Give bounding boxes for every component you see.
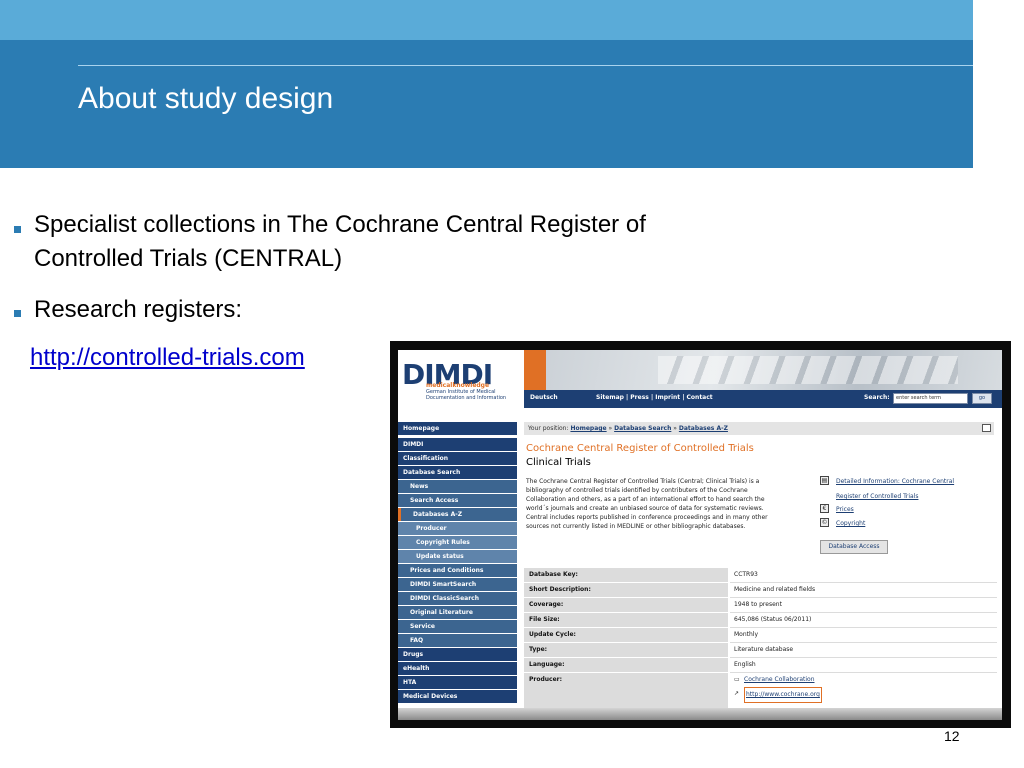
- nav-item-database-search[interactable]: Database Search: [398, 466, 517, 479]
- breadcrumb: Your position: Homepage » Database Searc…: [524, 422, 994, 435]
- bullet-text: Research registers:: [34, 296, 243, 323]
- top-links[interactable]: Sitemap | Press | Imprint | Contact: [596, 394, 713, 401]
- table-value: 645,086 (Status 06/2011): [730, 613, 997, 628]
- description-line: sources not currently listed in MEDLINE …: [526, 523, 746, 530]
- logo-subtitle: Documentation and Information: [426, 395, 507, 401]
- table-value: ▭ Cochrane Collaboration ↗ http://www.co…: [730, 673, 997, 709]
- detailed-information-link-continued[interactable]: Register of Controlled Trials: [836, 493, 918, 500]
- table-key: Database Key:: [524, 568, 728, 583]
- producer-link[interactable]: Cochrane Collaboration: [744, 673, 815, 687]
- header-top-band: [0, 0, 973, 40]
- breadcrumb-trail: Your position: Homepage » Database Searc…: [528, 425, 728, 432]
- table-row: Short Description: Medicine and related …: [524, 583, 997, 598]
- slide-title: About study design: [78, 82, 334, 115]
- bullet-marker: [14, 310, 21, 317]
- prices-link[interactable]: Prices: [836, 506, 854, 513]
- table-row: Language: English: [524, 658, 997, 673]
- breadcrumb-databases-a-z[interactable]: Databases A-Z: [679, 425, 728, 432]
- breadcrumb-prefix: Your position:: [528, 425, 569, 432]
- banner-accent: [524, 350, 546, 390]
- nav-item-hta[interactable]: HTA: [398, 676, 517, 689]
- table-row: Update Cycle: Monthly: [524, 628, 997, 643]
- browser-status-bar: [398, 708, 1002, 720]
- document-icon: ▤: [820, 476, 829, 485]
- page-number: 12: [944, 728, 960, 744]
- table-row: Coverage: 1948 to present: [524, 598, 997, 613]
- go-button[interactable]: go: [972, 393, 992, 404]
- nav-item-databases-a-z[interactable]: Databases A-Z: [398, 508, 517, 521]
- table-key: Coverage:: [524, 598, 728, 613]
- table-value: English: [730, 658, 997, 673]
- nav-item-update-status[interactable]: Update status: [398, 550, 517, 563]
- nav-item-classicsearch[interactable]: DIMDI ClassicSearch: [398, 592, 517, 605]
- table-value: Medicine and related fields: [730, 583, 997, 598]
- nav-item-producer[interactable]: Producer: [398, 522, 517, 535]
- table-key: Short Description:: [524, 583, 728, 598]
- database-subtitle: Clinical Trials: [526, 457, 591, 468]
- bullet-text: Specialist collections in The Cochrane C…: [34, 211, 646, 238]
- nav-item-ehealth[interactable]: eHealth: [398, 662, 517, 675]
- search-label: Search:: [864, 394, 890, 401]
- table-row-producer: Producer: ▭ Cochrane Collaboration ↗ htt…: [524, 673, 997, 709]
- table-value: 1948 to present: [730, 598, 997, 613]
- institution-icon: ▭: [734, 676, 740, 683]
- keyboard-photo: [658, 356, 958, 384]
- table-row: File Size: 645,086 (Status 06/2011): [524, 613, 997, 628]
- nav-item-dimdi[interactable]: DIMDI: [398, 438, 517, 451]
- producer-url-link[interactable]: http://www.cochrane.org: [744, 687, 822, 703]
- dimdi-page: DIMDI medicalknowledge German Institute …: [398, 350, 1002, 720]
- print-icon[interactable]: [982, 424, 991, 432]
- nav-item-news[interactable]: News: [398, 480, 517, 493]
- nav-item-original-literature[interactable]: Original Literature: [398, 606, 517, 619]
- nav-item-smartsearch[interactable]: DIMDI SmartSearch: [398, 578, 517, 591]
- table-key: Language:: [524, 658, 728, 673]
- table-key: Update Cycle:: [524, 628, 728, 643]
- top-navigation: Deutsch Sitemap | Press | Imprint | Cont…: [524, 390, 1002, 408]
- database-access-button[interactable]: Database Access: [820, 540, 888, 554]
- logo-tagline: medicalknowledge: [426, 382, 490, 389]
- nav-item-service[interactable]: Service: [398, 620, 517, 633]
- description-line: bibliography of controlled trials identi…: [526, 487, 748, 494]
- nav-item-search-access[interactable]: Search Access: [398, 494, 517, 507]
- description-line: Collaboration and others, as a part of a…: [526, 496, 765, 503]
- copyright-link[interactable]: Copyright: [836, 520, 865, 527]
- header-divider: [78, 65, 973, 66]
- external-link-icon: ↗: [734, 690, 740, 697]
- euro-icon: €: [820, 504, 829, 513]
- search-input[interactable]: enter search term: [893, 393, 968, 404]
- bullet-marker: [14, 226, 21, 233]
- nav-item-drugs[interactable]: Drugs: [398, 648, 517, 661]
- bullet-text-continued: Controlled Trials (CENTRAL): [34, 245, 343, 272]
- nav-item-prices[interactable]: Prices and Conditions: [398, 564, 517, 577]
- breadcrumb-database-search[interactable]: Database Search: [614, 425, 671, 432]
- nav-item-faq[interactable]: FAQ: [398, 634, 517, 647]
- description-line: Central includes reports published in co…: [526, 514, 768, 521]
- language-link[interactable]: Deutsch: [530, 394, 558, 401]
- nav-item-medical-devices[interactable]: Medical Devices: [398, 690, 517, 703]
- copyright-icon: ©: [820, 518, 829, 527]
- database-description: The Cochrane Central Register of Control…: [526, 477, 816, 531]
- table-value: Monthly: [730, 628, 997, 643]
- description-line: world´s journals and create an unbiased …: [526, 505, 764, 512]
- dimdi-logo[interactable]: DIMDI medicalknowledge German Institute …: [398, 350, 524, 408]
- nav-item-homepage[interactable]: Homepage: [398, 422, 517, 435]
- description-line: The Cochrane Central Register of Control…: [526, 478, 760, 485]
- table-row: Type: Literature database: [524, 643, 997, 658]
- table-value: Literature database: [730, 643, 997, 658]
- database-title: Cochrane Central Register of Controlled …: [526, 443, 754, 454]
- controlled-trials-link[interactable]: http://controlled-trials.com: [30, 344, 305, 372]
- breadcrumb-homepage[interactable]: Homepage: [570, 425, 606, 432]
- table-value: CCTR93: [730, 568, 997, 583]
- table-row: Database Key: CCTR93: [524, 568, 997, 583]
- table-key: Type:: [524, 643, 728, 658]
- nav-item-copyright-rules[interactable]: Copyright Rules: [398, 536, 517, 549]
- detailed-information-link[interactable]: Detailed Information: Cochrane Central: [836, 478, 954, 485]
- embedded-screenshot: DIMDI medicalknowledge German Institute …: [390, 341, 1011, 728]
- nav-item-classification[interactable]: Classification: [398, 452, 517, 465]
- table-key: Producer:: [524, 673, 728, 709]
- table-key: File Size:: [524, 613, 728, 628]
